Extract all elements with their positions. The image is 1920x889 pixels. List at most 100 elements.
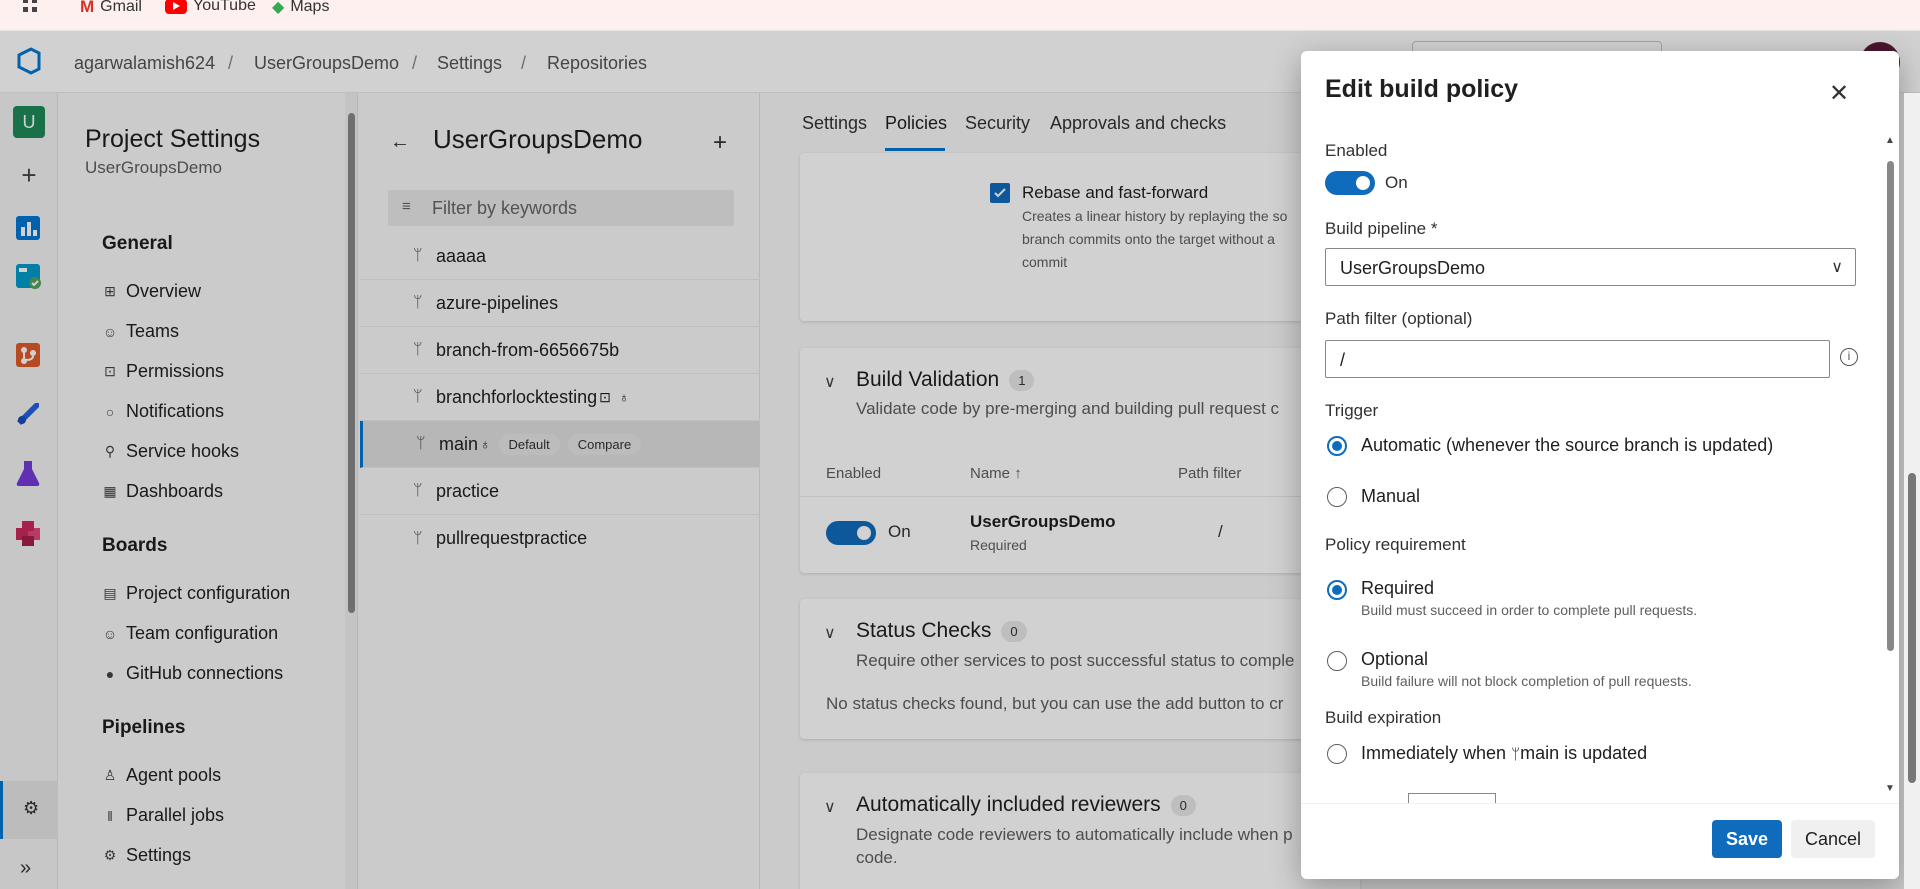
save-button[interactable]: Save [1712, 820, 1782, 858]
nav-item-dashboards[interactable]: ▦ Dashboards [102, 481, 223, 502]
panel-scrollbar[interactable]: ▲ ▼ [1884, 135, 1896, 794]
nav-scrollbar-thumb[interactable] [348, 113, 355, 613]
nav-item-service-hooks[interactable]: ⚲ Service hooks [102, 441, 239, 462]
project-avatar[interactable]: U [13, 106, 45, 138]
page-scrollbar[interactable] [1904, 93, 1920, 889]
nav-item-notifications[interactable]: ○ Notifications [102, 401, 224, 422]
rebase-desc: Creates a linear history by replaying th… [1022, 208, 1288, 224]
tab-policies[interactable]: Policies [885, 113, 947, 134]
boards-icon[interactable] [13, 261, 45, 293]
breadcrumb-separator: / [228, 53, 234, 73]
policy-enabled-toggle[interactable] [826, 521, 876, 545]
nav-section-general: General [102, 233, 173, 254]
project-settings-nav[interactable]: ⚙ [0, 781, 58, 839]
scroll-up-icon[interactable]: ▲ [1885, 135, 1895, 146]
add-branch-icon[interactable]: + [713, 129, 727, 157]
edit-build-policy-panel: Edit build policy ✕ Enabled On Build pip… [1301, 51, 1899, 879]
trigger-automatic-label[interactable]: Automatic (whenever the source branch is… [1361, 435, 1773, 456]
section-title: Status Checks 0 [856, 619, 1027, 643]
requirement-optional-label[interactable]: Optional [1361, 649, 1428, 670]
expand-rail-icon[interactable]: » [20, 857, 31, 880]
teams-icon: ☺ [102, 323, 118, 340]
section-desc: Designate code reviewers to automaticall… [856, 825, 1293, 844]
pipeline-label: Build pipeline * [1325, 219, 1438, 238]
cancel-button[interactable]: Cancel [1791, 820, 1875, 858]
chevron-down-icon[interactable]: ∨ [824, 372, 836, 392]
azure-devops-logo-icon[interactable] [16, 47, 42, 80]
chevron-down-icon[interactable]: ∨ [824, 797, 836, 817]
section-title: Automatically included reviewers 0 [856, 793, 1196, 817]
info-icon[interactable]: i [1840, 348, 1858, 366]
tab-approvals-and-checks[interactable]: Approvals and checks [1050, 113, 1226, 134]
chevron-down-icon[interactable]: ∨ [824, 623, 836, 643]
nav-item-pipeline-settings[interactable]: ⚙ Settings [102, 845, 191, 866]
trigger-automatic-radio[interactable] [1327, 436, 1347, 456]
policy-row[interactable]: On UserGroupsDemo Required / [800, 496, 1360, 573]
pipelines-icon[interactable] [13, 399, 45, 431]
back-arrow-icon[interactable]: ← [390, 131, 410, 154]
close-icon[interactable]: ✕ [1829, 79, 1849, 108]
empty-message: No status checks found, but you can use … [826, 694, 1284, 713]
branch-row[interactable]: ᛘ azure-pipelines [360, 280, 760, 327]
nav-item-agent-pools[interactable]: ♙ Agent pools [102, 765, 221, 786]
count-badge: 0 [1001, 620, 1027, 642]
overview-icon[interactable] [13, 213, 45, 245]
column-header-path-filter[interactable]: Path filter [1178, 465, 1241, 482]
filter-input[interactable]: ≡ Filter by keywords [388, 190, 734, 226]
gmail-icon: M [80, 0, 95, 16]
nav-item-project-configuration[interactable]: ▤ Project configuration [102, 583, 290, 604]
chat-icon: ○ [105, 403, 115, 420]
tab-settings[interactable]: Settings [802, 113, 867, 134]
branch-row[interactable]: ᛘ aaaaa [360, 233, 760, 280]
branch-row[interactable]: ᛘ branchforlocktesting ⊡ ♁ [360, 374, 760, 421]
branch-row-selected[interactable]: ᛘ main ♁ Default Compare [360, 421, 760, 468]
trigger-manual-radio[interactable] [1327, 487, 1347, 507]
breadcrumb-settings[interactable]: Settings [437, 53, 502, 74]
path-filter-input[interactable]: / [1325, 340, 1830, 378]
bookmark-gmail[interactable]: M Gmail [80, 0, 142, 17]
nav-item-teams[interactable]: ☺ Teams [102, 321, 179, 342]
bookmark-maps[interactable]: ◆ Maps [272, 0, 329, 17]
nav-item-overview[interactable]: ⊞ Overview [102, 281, 201, 302]
policy-name[interactable]: UserGroupsDemo [970, 512, 1115, 532]
page-scrollbar-thumb[interactable] [1908, 473, 1916, 783]
breadcrumb-repositories[interactable]: Repositories [547, 53, 647, 74]
column-header-name[interactable]: Name ↑ [970, 465, 1022, 482]
branch-panel: ← UserGroupsDemo + ≡ Filter by keywords … [360, 93, 760, 889]
expiration-immediate-radio[interactable] [1327, 744, 1347, 764]
nav-item-github-connections[interactable]: ● GitHub connections [102, 663, 283, 684]
gear-icon: ⚙ [23, 798, 40, 818]
pipeline-select[interactable]: UserGroupsDemo ∨ [1325, 248, 1856, 286]
section-desc: code. [856, 848, 898, 867]
nav-item-permissions[interactable]: ⊡ Permissions [102, 361, 224, 382]
branch-row[interactable]: ᛘ pullrequestpractice [360, 515, 760, 562]
requirement-optional-radio[interactable] [1327, 651, 1347, 671]
branch-row[interactable]: ᛘ branch-from-6656675b [360, 327, 760, 374]
repos-icon[interactable] [13, 340, 45, 372]
nav-scrollbar[interactable] [345, 93, 357, 889]
apps-grid-icon[interactable] [22, 0, 38, 13]
nav-item-team-configuration[interactable]: ☺ Team configuration [102, 623, 278, 644]
branch-row[interactable]: ᛘ practice [360, 468, 760, 515]
path-filter-label: Path filter (optional) [1325, 309, 1473, 328]
bookmark-youtube[interactable]: YouTube [165, 0, 256, 15]
test-plans-icon[interactable] [13, 458, 45, 490]
panel-scrollbar-thumb[interactable] [1887, 161, 1894, 651]
breadcrumb-separator: / [521, 53, 527, 73]
breadcrumb-org[interactable]: agarwalamish624 [74, 53, 215, 74]
compare-badge[interactable]: Compare [567, 433, 642, 455]
breadcrumb-project[interactable]: UserGroupsDemo [254, 53, 399, 74]
artifacts-icon[interactable] [13, 518, 45, 550]
requirement-required-label[interactable]: Required [1361, 578, 1434, 599]
column-header-enabled[interactable]: Enabled [826, 465, 881, 482]
expiration-immediate-label[interactable]: Immediately when ᛘmain is updated [1361, 743, 1647, 764]
add-icon[interactable]: + [13, 160, 45, 192]
rebase-checkbox[interactable] [990, 183, 1010, 203]
scroll-down-icon[interactable]: ▼ [1885, 783, 1895, 794]
requirement-required-radio[interactable] [1327, 580, 1347, 600]
nav-item-parallel-jobs[interactable]: ‖ Parallel jobs [102, 805, 224, 826]
tab-security[interactable]: Security [965, 113, 1030, 134]
section-desc: Validate code by pre-merging and buildin… [856, 399, 1280, 418]
trigger-manual-label[interactable]: Manual [1361, 486, 1420, 507]
enabled-toggle[interactable] [1325, 171, 1375, 195]
